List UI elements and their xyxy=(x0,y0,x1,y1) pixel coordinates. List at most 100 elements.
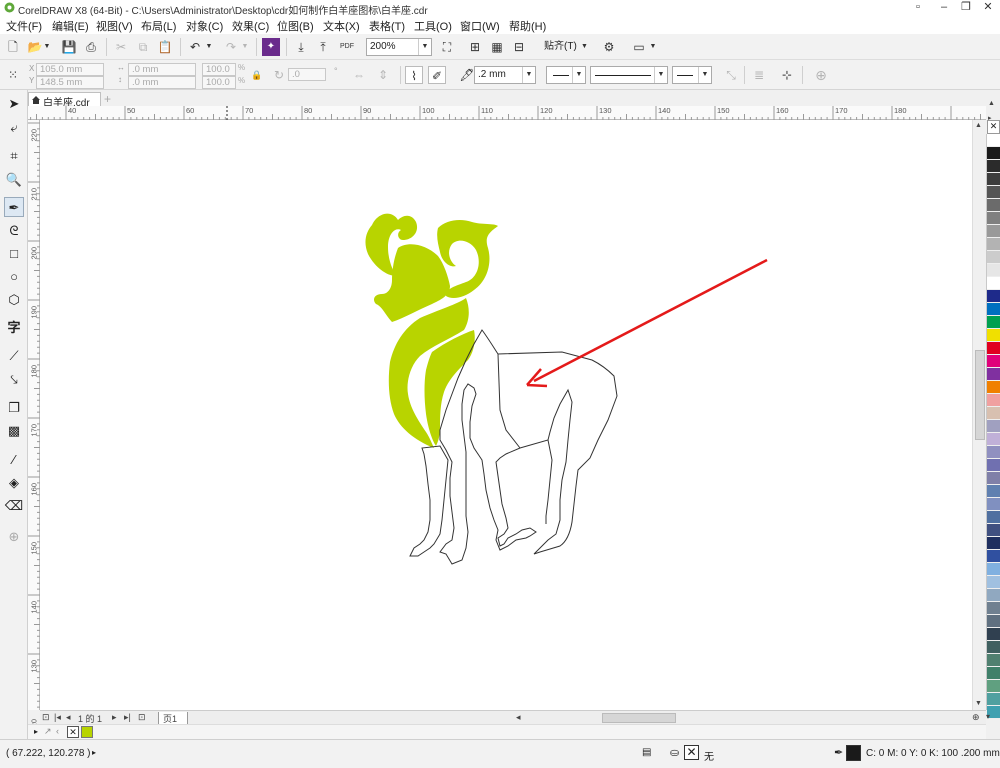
palette-swatch[interactable] xyxy=(987,381,1000,394)
palette-swatch[interactable] xyxy=(987,446,1000,459)
artistic-media-tool-icon[interactable]: ᘓ xyxy=(4,221,24,241)
restore-ribbon-icon[interactable]: ▫ xyxy=(907,0,929,16)
palette-swatch[interactable] xyxy=(987,238,1000,251)
shape-tool-icon[interactable]: ⤶ xyxy=(4,118,24,138)
horizontal-ruler[interactable]: 40 50 60 70 80 90 100 110 120 130 140 150 160 170 180 xyxy=(28,106,986,120)
palette-swatch[interactable] xyxy=(987,342,1000,355)
scale-x-field[interactable]: 100.0 xyxy=(202,63,236,76)
palette-swatch[interactable] xyxy=(987,693,1000,706)
menu-effects[interactable]: 效果(C) xyxy=(232,18,269,34)
outline-color-swatch[interactable] xyxy=(846,745,861,761)
menu-file[interactable]: 文件(F) xyxy=(6,18,42,34)
expand-icon[interactable]: ▸ xyxy=(34,727,38,736)
text-tool-icon[interactable]: 字 xyxy=(4,318,24,338)
first-page-icon[interactable]: |◂ xyxy=(54,712,61,723)
palette-swatch[interactable] xyxy=(987,576,1000,589)
height-field[interactable]: .0 mm xyxy=(128,76,196,89)
palette-swatch[interactable] xyxy=(987,147,1000,160)
red-arrow-annotation[interactable] xyxy=(526,258,768,388)
palette-swatch[interactable] xyxy=(987,563,1000,576)
outline-width-dropdown[interactable]: .2 mm ▼ xyxy=(474,66,536,84)
palette-swatch[interactable] xyxy=(987,186,1000,199)
menu-edit[interactable]: 编辑(E) xyxy=(52,18,89,34)
no-fill-swatch[interactable]: ✕ xyxy=(67,726,79,738)
save-icon[interactable]: 💾 xyxy=(60,38,78,56)
ram-head-green-shape[interactable] xyxy=(365,213,498,448)
menu-layout[interactable]: 布局(L) xyxy=(141,18,176,34)
to-front-icon[interactable]: ⊹ xyxy=(778,66,796,84)
print-icon[interactable]: ⎙ xyxy=(82,38,100,56)
vertical-ruler[interactable]: 220210200190180170160150140130120 xyxy=(28,120,40,732)
end-arrowhead-dropdown[interactable]: ▼ xyxy=(672,66,712,84)
last-page-icon[interactable]: ▸| xyxy=(124,712,131,723)
palette-scroll-right-icon[interactable]: ▸ xyxy=(988,114,992,122)
scroll-up-icon[interactable]: ▲ xyxy=(975,122,982,129)
palette-swatch[interactable] xyxy=(987,498,1000,511)
vertical-scrollbar[interactable]: ▲ ▼ xyxy=(972,120,986,710)
rotation-angle-field[interactable]: .0 xyxy=(288,68,326,81)
snap-to-dropdown[interactable]: 贴齐(T) ▼ xyxy=(540,38,592,56)
menu-tools[interactable]: 工具(O) xyxy=(414,18,452,34)
add-icon[interactable]: ⊕ xyxy=(812,66,830,84)
palette-swatch[interactable] xyxy=(987,485,1000,498)
swatch-back-icon[interactable]: ‹ xyxy=(56,726,59,736)
menu-object[interactable]: 对象(C) xyxy=(186,18,223,34)
import-icon[interactable]: ⤓ xyxy=(292,38,310,56)
palette-swatch[interactable] xyxy=(987,394,1000,407)
palette-swatch[interactable] xyxy=(987,537,1000,550)
palette-swatch[interactable] xyxy=(987,212,1000,225)
palette-swatch[interactable] xyxy=(987,251,1000,264)
expand-status-icon[interactable]: ▸ xyxy=(92,748,96,757)
mirror-horizontal-icon[interactable]: ⇔ xyxy=(350,66,368,84)
palette-swatch[interactable] xyxy=(987,641,1000,654)
zoom-level-dropdown[interactable]: 200% ▼ xyxy=(366,38,432,56)
text-wrap-icon[interactable]: ≣ xyxy=(750,66,768,84)
ellipse-tool-icon[interactable]: ○ xyxy=(4,267,24,287)
palette-swatch[interactable] xyxy=(987,472,1000,485)
redo-icon[interactable]: ↷ xyxy=(222,38,240,56)
palette-swatch[interactable] xyxy=(987,667,1000,680)
close-curve-icon[interactable]: ⤡ xyxy=(722,66,740,84)
copy-icon[interactable]: ⧉ xyxy=(134,38,152,56)
pen-tool-icon[interactable]: ✒ xyxy=(4,197,24,217)
palette-swatch[interactable] xyxy=(987,654,1000,667)
document-tab[interactable]: 白羊座.cdr xyxy=(28,92,101,109)
show-rulers-icon[interactable]: ⊞ xyxy=(466,38,484,56)
add-page-icon[interactable]: ⊡ xyxy=(138,712,146,723)
palette-swatch[interactable] xyxy=(987,420,1000,433)
y-position-field[interactable]: 148.5 mm xyxy=(36,76,104,89)
undo-dropdown-icon[interactable]: ▼ xyxy=(204,38,214,56)
start-arrowhead-dropdown[interactable]: ▼ xyxy=(546,66,586,84)
palette-swatch[interactable] xyxy=(987,550,1000,563)
palette-swatch[interactable] xyxy=(987,199,1000,212)
wrap-text-icon[interactable]: ⌇ xyxy=(405,66,423,84)
paste-icon[interactable]: 📋 xyxy=(156,38,174,56)
full-screen-icon[interactable]: ⛶ xyxy=(438,38,456,56)
palette-scroll-up-icon[interactable]: ▲ xyxy=(988,100,995,107)
mirror-vertical-icon[interactable]: ⇕ xyxy=(374,66,392,84)
publish-pdf-icon[interactable]: PDF xyxy=(336,38,358,56)
scale-y-field[interactable]: 100.0 xyxy=(202,76,236,89)
zoom-to-page-icon[interactable]: ⊕ xyxy=(972,712,980,723)
menu-bitmaps[interactable]: 位图(B) xyxy=(277,18,314,34)
palette-swatch[interactable] xyxy=(987,225,1000,238)
page-options-icon[interactable]: ⊡ xyxy=(42,712,50,723)
menu-help[interactable]: 帮助(H) xyxy=(509,18,546,34)
show-grid-icon[interactable]: ▦ xyxy=(488,38,506,56)
palette-scroll-down-icon[interactable]: ▾ xyxy=(986,712,990,721)
minimize-button[interactable]: – xyxy=(933,0,955,16)
palette-swatch[interactable] xyxy=(987,134,1000,147)
crop-tool-icon[interactable]: ⌗ xyxy=(4,146,24,166)
palette-swatch[interactable] xyxy=(987,316,1000,329)
palette-swatch[interactable] xyxy=(987,602,1000,615)
drop-shadow-tool-icon[interactable]: ❐ xyxy=(4,398,24,418)
palette-swatch[interactable] xyxy=(987,433,1000,446)
palette-swatch[interactable] xyxy=(987,303,1000,316)
green-document-swatch[interactable] xyxy=(81,726,93,738)
lock-ratio-icon[interactable]: 🔒 xyxy=(248,66,266,84)
pick-tool-icon[interactable]: ➤ xyxy=(4,94,24,114)
palette-swatch[interactable] xyxy=(987,589,1000,602)
open-dropdown-icon[interactable]: ▼ xyxy=(42,38,52,56)
horizontal-scroll-thumb[interactable] xyxy=(602,713,676,723)
menu-window[interactable]: 窗口(W) xyxy=(460,18,500,34)
